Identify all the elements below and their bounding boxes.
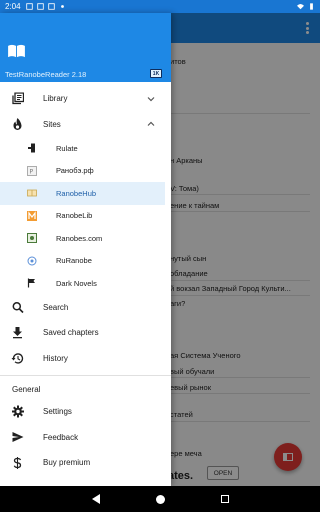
download-icon xyxy=(11,326,24,339)
send-icon xyxy=(11,431,24,444)
site-label: Rulate xyxy=(56,143,78,153)
svg-text:P: P xyxy=(30,168,34,175)
ranobes-icon xyxy=(27,233,37,244)
menu-item-label: Buy premium xyxy=(43,458,91,468)
library-icon xyxy=(11,92,24,105)
navigation-drawer: TestRanobeReader 2.18 1K Library Sites R… xyxy=(0,13,171,486)
menu-item-label: Feedback xyxy=(43,432,79,442)
menu-item-label: Search xyxy=(43,302,69,312)
section-header-general: General xyxy=(12,385,41,394)
system-nav-bar xyxy=(0,486,320,512)
site-item-ranobe-rf[interactable]: P Ранобэ.рф xyxy=(0,160,171,183)
menu-item-label: Library xyxy=(43,94,68,104)
site-item-rulate[interactable]: Rulate xyxy=(0,137,171,160)
menu-item-label: Settings xyxy=(43,407,72,417)
drawer-menu: Library Sites Rulate P Ранобэ.рф RanobeH… xyxy=(0,82,171,476)
site-label: RanobeLib xyxy=(56,211,93,221)
flag-icon xyxy=(27,278,37,288)
wifi-icon xyxy=(297,4,304,10)
site-item-ranobes[interactable]: Ranobes.com xyxy=(0,227,171,250)
status-time: 2:04 xyxy=(5,2,21,11)
notification-icon xyxy=(25,3,33,10)
site-item-ranobehub[interactable]: RanobeHub xyxy=(0,182,165,205)
app-name: TestRanobeReader 2.18 xyxy=(5,70,87,79)
dot-icon xyxy=(60,5,64,8)
menu-item-sites[interactable]: Sites xyxy=(0,112,171,138)
ranobe-rf-icon: P xyxy=(27,165,37,176)
menu-item-saved-chapters[interactable]: Saved chapters xyxy=(0,320,171,346)
chevron-down-icon[interactable] xyxy=(147,95,155,103)
search-icon xyxy=(11,301,24,314)
ranobehub-icon xyxy=(27,188,37,198)
dollar-icon xyxy=(11,456,24,469)
gear-icon xyxy=(11,405,24,418)
site-label: RanobeHub xyxy=(56,188,97,198)
menu-item-feedback[interactable]: Feedback xyxy=(0,425,171,451)
menu-item-library[interactable]: Library xyxy=(0,86,171,112)
drawer-header: TestRanobeReader 2.18 1K xyxy=(0,13,171,82)
chevron-up-icon[interactable] xyxy=(147,120,155,128)
home-icon[interactable] xyxy=(155,494,165,504)
notification-icon xyxy=(36,3,44,10)
status-bar: 2:04 xyxy=(0,0,320,13)
menu-item-label: Saved chapters xyxy=(43,328,99,338)
menu-divider xyxy=(0,375,171,376)
ruranobe-icon xyxy=(27,256,37,266)
menu-item-settings[interactable]: Settings xyxy=(0,399,171,425)
site-item-ranobelib[interactable]: RanobeLib xyxy=(0,205,171,228)
recents-icon[interactable] xyxy=(220,495,229,503)
menu-item-label: History xyxy=(43,353,68,363)
site-item-dark-novels[interactable]: Dark Novels xyxy=(0,272,171,295)
site-label: Dark Novels xyxy=(56,278,97,288)
notification-icon xyxy=(47,3,55,10)
book-logo-icon xyxy=(8,44,25,58)
site-label: Ранобэ.рф xyxy=(56,166,94,176)
account-badge[interactable]: 1K xyxy=(150,69,162,78)
site-label: Ranobes.com xyxy=(56,233,103,243)
menu-item-buy-premium[interactable]: Buy premium xyxy=(0,450,171,476)
battery-icon xyxy=(310,3,313,10)
site-label: RuRanobe xyxy=(56,256,92,266)
history-icon xyxy=(11,352,24,365)
fire-icon xyxy=(11,118,24,131)
menu-item-search[interactable]: Search xyxy=(0,295,171,321)
menu-item-history[interactable]: History xyxy=(0,346,171,372)
rulate-icon xyxy=(27,143,37,153)
site-item-ruranobe[interactable]: RuRanobe xyxy=(0,250,171,273)
menu-item-label: Sites xyxy=(43,119,61,129)
back-icon[interactable] xyxy=(91,494,100,504)
ranobelib-icon xyxy=(27,210,37,221)
